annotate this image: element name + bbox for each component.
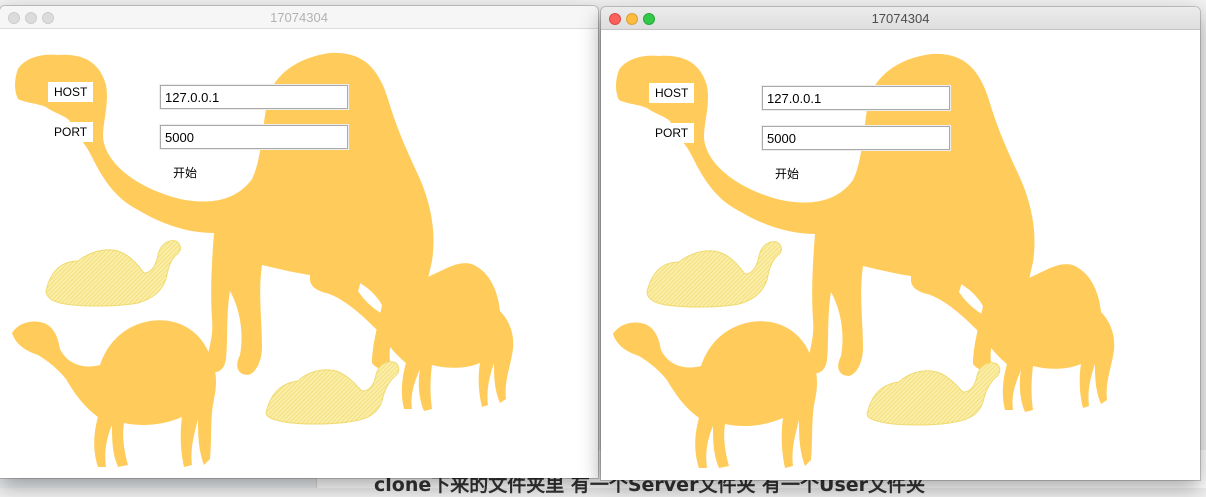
host-label: HOST [48, 82, 94, 102]
camel-silhouette-icon [866, 362, 1001, 426]
window-content: HOST PORT 开始 [601, 30, 1200, 480]
port-input[interactable] [159, 124, 349, 150]
window-titlebar[interactable]: 17074304 [601, 7, 1200, 30]
window-titlebar[interactable]: 17074304 [0, 6, 598, 29]
port-label: PORT [649, 123, 695, 143]
host-input[interactable] [761, 85, 951, 111]
camel-silhouette-icon [265, 361, 400, 425]
camel-silhouette-icon [613, 321, 817, 468]
start-button[interactable]: 开始 [168, 163, 203, 183]
camel-silhouette-icon [12, 320, 216, 467]
start-button[interactable]: 开始 [770, 164, 805, 184]
window-title: 17074304 [270, 10, 328, 25]
window-title: 17074304 [871, 11, 930, 26]
host-input[interactable] [159, 84, 349, 110]
camel-silhouette-icon [45, 240, 181, 307]
window-content: HOST PORT 开始 [0, 29, 598, 478]
port-label: PORT [48, 122, 94, 142]
client-window-active[interactable]: 17074304 HOST PORT 开始 [601, 7, 1200, 480]
host-label: HOST [649, 83, 695, 103]
camel-silhouette-icon [646, 241, 782, 308]
client-window-inactive[interactable]: 17074304 HOST PORT 开始 [0, 6, 598, 478]
port-input[interactable] [761, 125, 951, 151]
